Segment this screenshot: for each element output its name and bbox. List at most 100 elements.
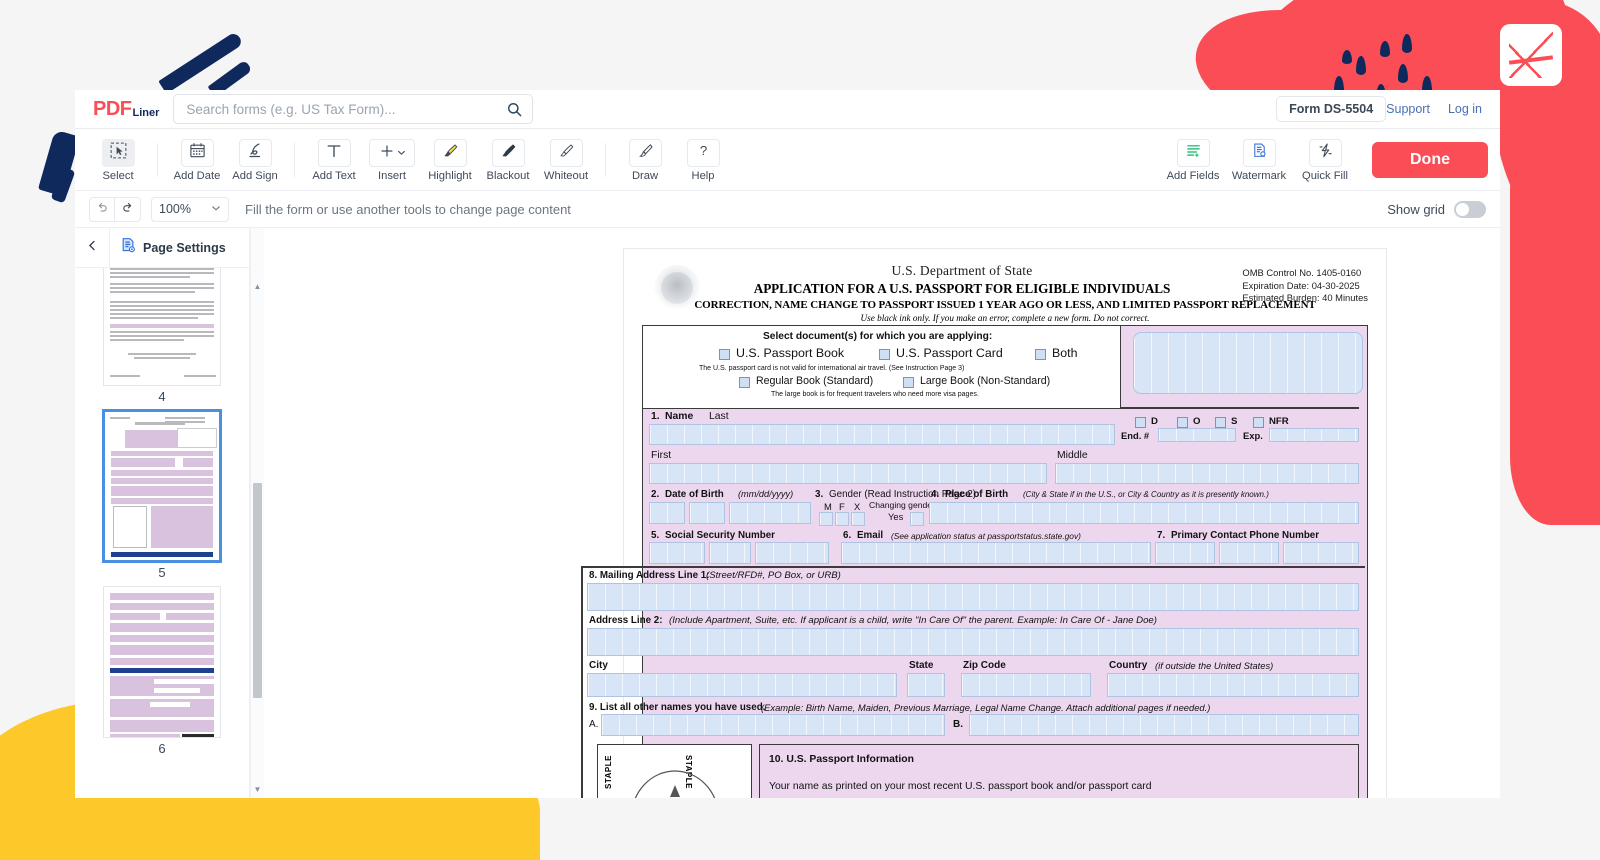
- checkbox-nfr[interactable]: [1253, 417, 1264, 428]
- page-thumb-number: 6: [158, 741, 166, 756]
- current-form-chip[interactable]: Form DS-5504: [1276, 96, 1387, 122]
- field-other-name-a[interactable]: [601, 714, 945, 736]
- tool-quick-fill[interactable]: Quick Fill: [1292, 137, 1358, 182]
- zoom-level-select[interactable]: 100%: [151, 196, 229, 222]
- field-address-line-2[interactable]: [587, 628, 1359, 656]
- page-thumb-number: 5: [158, 565, 166, 580]
- field-ssn-2[interactable]: [709, 542, 751, 564]
- field-email[interactable]: [841, 542, 1151, 564]
- field-expiration[interactable]: [1269, 428, 1359, 442]
- pdf-page[interactable]: U.S. Department of State APPLICATION FOR…: [581, 249, 1386, 798]
- login-link[interactable]: Log in: [1448, 102, 1482, 116]
- logo-pdf-text: PDF: [93, 97, 132, 120]
- q7-label: Primary Contact Phone Number: [1171, 530, 1320, 541]
- checkbox-d[interactable]: [1135, 417, 1146, 428]
- page-thumbnail-selected[interactable]: [103, 410, 221, 562]
- undo-button[interactable]: [89, 196, 115, 222]
- field-zip[interactable]: [961, 673, 1091, 697]
- plus-icon: [379, 143, 395, 164]
- checkbox-passport-card[interactable]: [879, 349, 890, 360]
- search-input[interactable]: [174, 95, 533, 123]
- done-button[interactable]: Done: [1372, 141, 1488, 178]
- chevron-down-icon[interactable]: [397, 144, 406, 162]
- chevron-down-icon: [211, 202, 221, 216]
- q2-number: 2.: [651, 489, 660, 500]
- search-forms-field[interactable]: [173, 94, 534, 124]
- pdfliner-logo[interactable]: PDF Liner: [93, 98, 159, 121]
- photo-guide-icon: [634, 770, 716, 798]
- page-thumbnail[interactable]: [103, 268, 221, 386]
- decorative-red-blob-4: [1510, 145, 1600, 525]
- checkbox-gender-m[interactable]: [819, 512, 833, 526]
- show-grid-control[interactable]: Show grid: [1387, 200, 1486, 218]
- checkbox-large-book[interactable]: [903, 377, 914, 388]
- tool-blackout[interactable]: Blackout: [479, 137, 537, 182]
- tool-select[interactable]: Select: [89, 137, 147, 182]
- field-phone-3[interactable]: [1283, 542, 1359, 564]
- undo-arrow-icon: [95, 200, 109, 219]
- office-use-photo-field[interactable]: [1133, 332, 1363, 394]
- page-thumbnail[interactable]: [103, 586, 221, 738]
- tool-add-text-label: Add Text: [312, 170, 356, 182]
- add-fields-icon: [1185, 142, 1202, 164]
- field-ssn-1[interactable]: [649, 542, 705, 564]
- tool-add-date[interactable]: Add Date: [168, 137, 226, 182]
- field-endorsement[interactable]: [1158, 428, 1236, 442]
- page-thumbnail-list[interactable]: 4 5 6: [75, 268, 249, 798]
- field-last-name[interactable]: [649, 424, 1115, 445]
- field-place-of-birth[interactable]: [929, 502, 1359, 524]
- blackout-brush-icon: [500, 142, 517, 164]
- field-city[interactable]: [587, 673, 897, 697]
- checkbox-gender-x[interactable]: [851, 512, 865, 526]
- sidebar-collapse-button[interactable]: [75, 228, 109, 267]
- tool-add-text[interactable]: Add Text: [305, 137, 363, 182]
- scroll-up-arrow-icon[interactable]: ▲: [254, 282, 262, 291]
- tool-add-fields[interactable]: Add Fields: [1160, 137, 1226, 182]
- checkbox-o[interactable]: [1177, 417, 1188, 428]
- tool-highlight[interactable]: Highlight: [421, 137, 479, 182]
- checkbox-regular-book[interactable]: [739, 377, 750, 388]
- checkbox-gender-f[interactable]: [835, 512, 849, 526]
- page-thumb-item[interactable]: 5: [103, 410, 221, 580]
- field-other-name-b[interactable]: [969, 714, 1359, 736]
- photo-placement-box[interactable]: STAPLE STAPLE: [597, 744, 752, 798]
- field-first-name[interactable]: [649, 463, 1047, 484]
- field-ssn-3[interactable]: [755, 542, 829, 564]
- thumbnail-scrollbar[interactable]: ▲ ▼: [250, 228, 264, 798]
- field-state[interactable]: [907, 673, 945, 697]
- q8-country-hint: (if outside the United States): [1155, 660, 1274, 671]
- page-thumb-number: 4: [158, 389, 166, 404]
- q8-zip-label: Zip Code: [963, 660, 1006, 671]
- tool-help[interactable]: ? Help: [674, 137, 732, 182]
- document-viewport[interactable]: U.S. Department of State APPLICATION FOR…: [264, 228, 1500, 798]
- svg-text:?: ?: [699, 143, 706, 158]
- field-phone-2[interactable]: [1219, 542, 1279, 564]
- checkbox-gender-change-yes[interactable]: [910, 512, 924, 526]
- redo-button[interactable]: [115, 196, 141, 222]
- scrollbar-thumb[interactable]: [253, 483, 262, 698]
- checkbox-s[interactable]: [1215, 417, 1226, 428]
- label-regular-book: Regular Book (Standard): [756, 375, 874, 387]
- field-dob-year[interactable]: [729, 502, 811, 524]
- page-thumb-item[interactable]: 6: [103, 586, 221, 756]
- screenshot-root: PDF Liner Form DS-5504 Support Log in: [0, 0, 1600, 860]
- field-dob-month[interactable]: [649, 502, 685, 524]
- page-settings-button[interactable]: Page Settings: [109, 228, 240, 267]
- field-phone-1[interactable]: [1155, 542, 1215, 564]
- tool-whiteout[interactable]: Whiteout: [537, 137, 595, 182]
- support-link[interactable]: Support: [1386, 102, 1430, 116]
- show-grid-toggle[interactable]: [1454, 200, 1486, 218]
- field-middle-name[interactable]: [1055, 463, 1359, 484]
- editor-subtoolbar: 100% Fill the form or use another tools …: [75, 191, 1500, 228]
- tool-draw[interactable]: Draw: [616, 137, 674, 182]
- field-address-line-1[interactable]: [587, 583, 1359, 611]
- scroll-down-arrow-icon[interactable]: ▼: [254, 785, 262, 794]
- checkbox-passport-book[interactable]: [719, 349, 730, 360]
- checkbox-both[interactable]: [1035, 349, 1046, 360]
- tool-add-sign[interactable]: Add Sign: [226, 137, 284, 182]
- tool-insert[interactable]: Insert: [363, 137, 421, 182]
- tool-watermark[interactable]: Watermark: [1226, 137, 1292, 182]
- field-country[interactable]: [1107, 673, 1359, 697]
- page-thumb-item[interactable]: 4: [103, 268, 221, 404]
- field-dob-day[interactable]: [689, 502, 725, 524]
